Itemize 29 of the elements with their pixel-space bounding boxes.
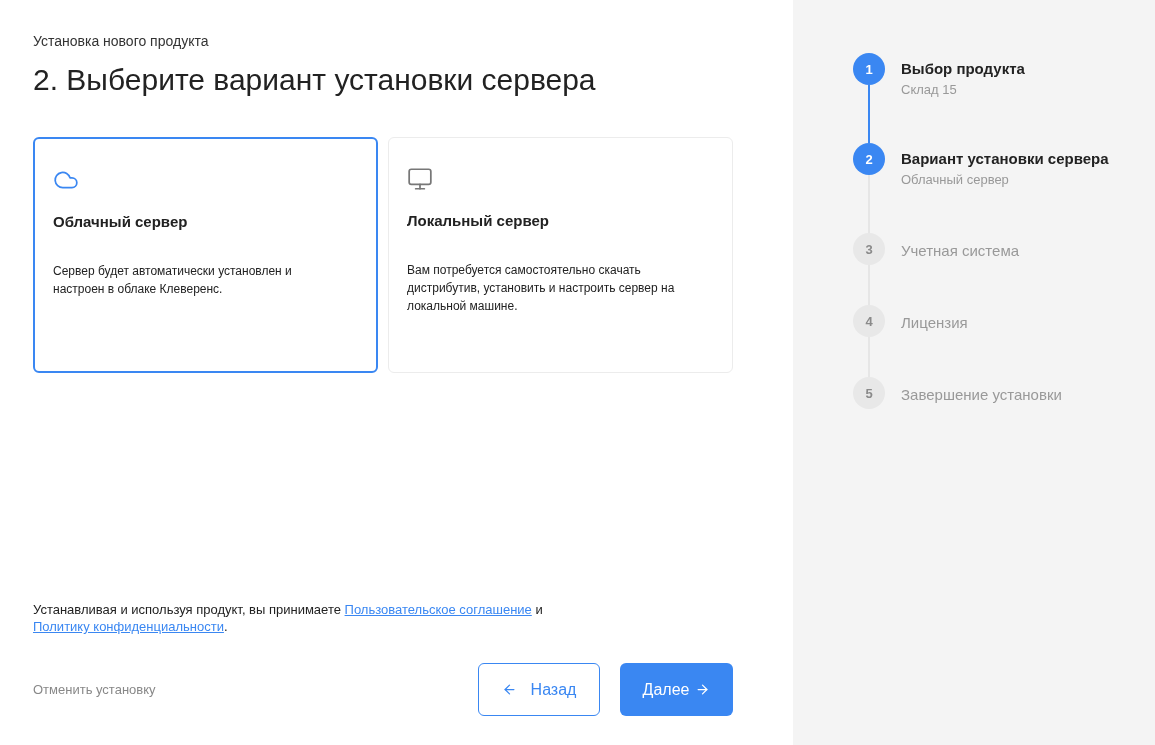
- option-card[interactable]: Облачный сервер Сервер будет автоматически установлен и настроен в облаке Клеверенс.: [33, 137, 378, 373]
- back-button[interactable]: Назад: [478, 663, 600, 716]
- consent-text: Устанавливая и используя продукт, вы принимаете Пользовательское соглашение и Политику конфиденциальности.: [33, 601, 544, 635]
- agreement-link[interactable]: Пользовательское соглашение: [344, 602, 532, 617]
- step-number: 4: [853, 305, 885, 337]
- step-title: Завершение установки: [901, 386, 1062, 403]
- step-number: 3: [853, 233, 885, 265]
- option-card[interactable]: Локальный сервер Вам потребуется самостоятельно скачать дистрибутив, установить и настроить сервер на локальной машине.: [388, 137, 733, 373]
- option-title: Облачный сервер: [53, 213, 189, 230]
- step-number: 2: [853, 143, 885, 175]
- step-number: 1: [853, 53, 885, 85]
- page-title: 2. Выберите вариант установки сервера: [33, 63, 597, 97]
- step-title: Учетная система: [901, 242, 1020, 259]
- step-title: Вариант установки сервера: [901, 150, 1109, 167]
- step-subtitle: Склад 15: [901, 82, 958, 97]
- step-subtitle: Облачный сервер: [901, 172, 1010, 187]
- arrow-left-icon: [501, 682, 517, 697]
- next-button[interactable]: Далее: [620, 663, 733, 716]
- privacy-link[interactable]: Политику конфиденциальности: [33, 619, 224, 634]
- arrow-right-icon: [695, 682, 711, 697]
- step-number: 5: [853, 377, 885, 409]
- option-description: Вам потребуется самостоятельно скачать дистрибутив, установить и настроить сервер на локальной машине.: [407, 262, 676, 315]
- step-title: Выбор продукта: [901, 60, 1025, 77]
- option-title: Локальный сервер: [407, 212, 550, 229]
- option-description: Сервер будет автоматически установлен и настроен в облаке Клеверенс.: [53, 263, 293, 298]
- step-title: Лицензия: [901, 314, 968, 331]
- breadcrumb: Установка нового продукта: [33, 33, 210, 49]
- cancel-link[interactable]: Отменить установку: [33, 682, 478, 697]
- monitor-icon: [407, 166, 433, 192]
